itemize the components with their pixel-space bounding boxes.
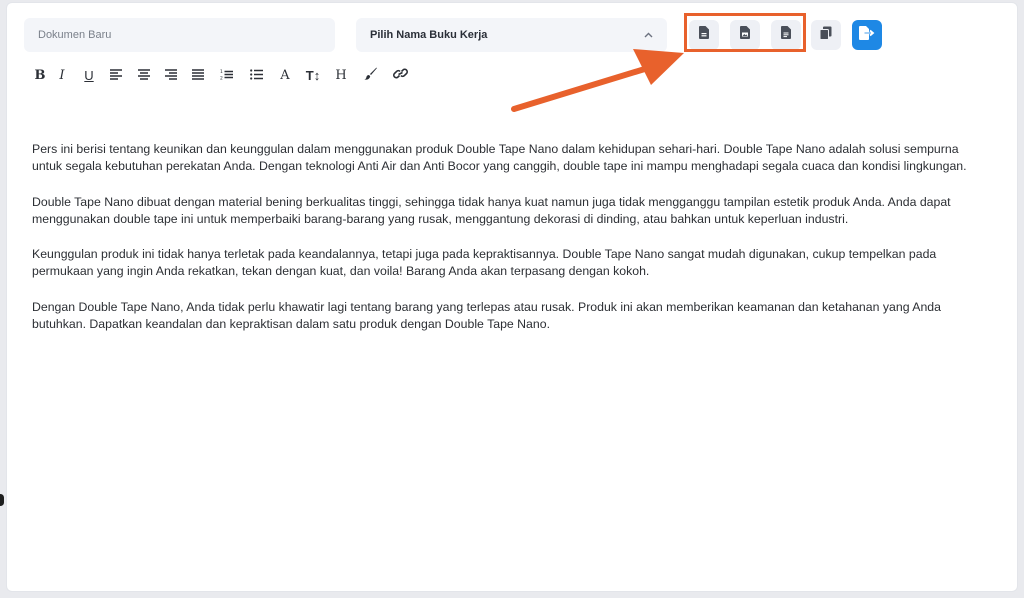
paragraph: Dengan Double Tape Nano, Anda tidak perl…	[32, 299, 941, 332]
underline-button[interactable]: U	[81, 66, 97, 84]
font-size-button[interactable]: A	[277, 66, 293, 84]
align-left-icon	[110, 68, 122, 83]
chevron-up-icon	[644, 30, 653, 41]
document-body[interactable]: Pers ini berisi tentang keunikan dan keu…	[32, 141, 977, 351]
workbook-select-label: Pilih Nama Buku Kerja	[370, 29, 488, 41]
align-right-icon	[165, 68, 177, 83]
bullet-list-button[interactable]	[248, 66, 264, 84]
paint-brush-button[interactable]	[362, 66, 378, 84]
align-left-button[interactable]	[108, 66, 124, 84]
paragraph: Double Tape Nano dibuat dengan material …	[32, 194, 951, 226]
italic-button[interactable]: I	[54, 66, 70, 84]
align-right-button[interactable]	[163, 66, 179, 84]
link-icon	[392, 67, 408, 83]
paragraph: Pers ini berisi tentang keunikan dan keu…	[32, 142, 967, 174]
link-button[interactable]	[392, 66, 408, 84]
heading-button[interactable]: H	[333, 66, 349, 84]
text-height-button[interactable]: T↕	[303, 66, 323, 84]
window-edge-handle	[0, 494, 4, 506]
paragraph: Keunggulan produk ini tidak hanya terlet…	[32, 247, 937, 279]
copy-icon	[819, 26, 833, 45]
document-title-input[interactable]	[24, 18, 335, 52]
align-center-button[interactable]	[136, 66, 152, 84]
bold-button[interactable]: B	[32, 66, 48, 84]
file-export-icon	[859, 25, 875, 45]
workbook-select[interactable]: Pilih Nama Buku Kerja	[356, 18, 667, 52]
ordered-list-button[interactable]: 12	[218, 66, 234, 84]
align-justify-button[interactable]	[190, 66, 206, 84]
align-center-icon	[138, 68, 150, 83]
bullet-list-icon	[249, 68, 263, 83]
svg-text:2: 2	[220, 75, 223, 80]
annotation-highlight-box	[684, 13, 806, 52]
copy-button[interactable]	[811, 20, 841, 50]
paint-brush-icon	[363, 67, 377, 83]
ordered-list-icon: 12	[220, 68, 233, 83]
save-button[interactable]	[852, 20, 882, 50]
svg-text:1: 1	[220, 69, 223, 75]
align-justify-icon	[192, 68, 204, 83]
